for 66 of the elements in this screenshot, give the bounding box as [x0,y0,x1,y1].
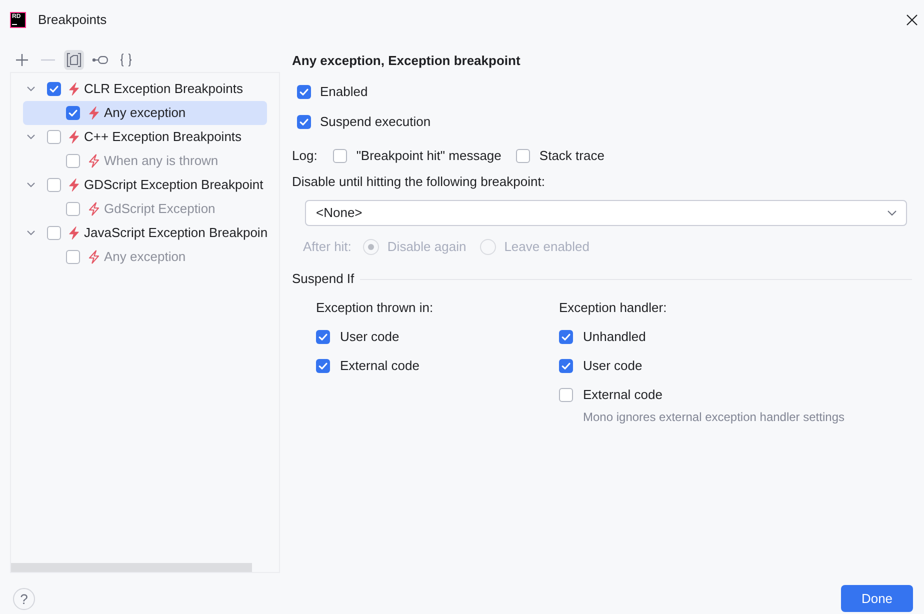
breakpoint-dropdown[interactable]: <None> [305,200,907,226]
tree-item[interactable]: Any exception [23,101,267,125]
dot-and-rectangle-icon [92,56,108,64]
checkbox[interactable] [297,115,311,129]
checkbox-label: External code [583,386,662,404]
lightning-bolt-icon [88,154,100,168]
braces-icon [119,53,133,67]
minus-icon [41,59,55,61]
checkbox-label: User code [583,356,642,374]
checkbox[interactable] [47,178,61,192]
checkbox[interactable] [47,82,61,96]
bracketed-square-icon [66,52,82,68]
chevron-down-icon[interactable] [26,180,36,190]
group-toggle-button[interactable] [64,50,84,70]
checkbox[interactable] [66,106,80,120]
checkbox-label: Unhandled [583,328,646,346]
checkbox[interactable] [316,358,330,372]
help-button[interactable]: ? [13,588,35,610]
lightning-bolt-icon [68,178,80,192]
checkbox[interactable] [559,388,573,402]
chevron-down-icon[interactable] [26,84,36,94]
checkbox-label: User code [340,328,400,346]
details-title: Any exception, Exception breakpoint [292,52,522,70]
checkbox[interactable] [516,149,530,163]
checkbox[interactable] [333,149,348,163]
lightning-bolt-icon [68,130,80,144]
tree-item[interactable]: JavaScript Exception Breakpoin [23,221,267,245]
close-icon[interactable] [906,14,918,26]
radio-label: Leave enabled [504,238,590,256]
after-hit-label: After hit: [303,238,352,256]
tree-item[interactable]: CLR Exception Breakpoints [23,77,267,101]
disable-until-label: Disable until hitting the following breakpoint: [292,173,546,191]
checkbox[interactable] [47,130,61,144]
checkbox[interactable] [559,330,573,344]
hint-text: Mono ignores external exception handler settings [583,409,846,425]
group-heading: Exception thrown in: [316,299,434,317]
log-label: Log: [292,147,318,165]
checkbox-label: Suspend execution [320,113,431,131]
group-heading: Exception handler: [559,299,668,317]
horizontal-scrollbar[interactable] [11,563,252,572]
chevron-down-icon[interactable] [26,132,36,142]
chevron-down-icon [887,210,897,216]
plus-icon [15,53,29,67]
checkbox[interactable] [66,202,80,216]
section-title: Suspend If [292,270,354,288]
tree-item[interactable]: C++ Exception Breakpoints [23,125,267,149]
checkbox-label: External code [340,356,420,374]
lightning-bolt-icon [88,106,100,120]
checkbox[interactable] [297,85,311,99]
checkbox-label: Enabled [320,83,368,101]
lightning-bolt-icon [68,226,80,240]
checkbox-label: "Breakpoint hit" message [356,147,502,165]
checkbox[interactable] [66,154,80,168]
checkbox[interactable] [316,330,330,344]
window-title: Breakpoints [38,11,107,29]
checkbox[interactable] [559,358,573,372]
done-button[interactable]: Done [841,585,913,612]
checkbox-label: Stack trace [539,147,604,165]
lightning-bolt-icon [68,82,80,96]
checkbox[interactable] [66,250,80,264]
checkbox[interactable] [47,226,61,240]
tree-item[interactable]: GDScript Exception Breakpoint [23,173,267,197]
chevron-down-icon[interactable] [26,228,36,238]
lightning-bolt-icon [88,202,100,216]
radio-label: Disable again [387,238,466,256]
lightning-bolt-icon [88,250,100,264]
